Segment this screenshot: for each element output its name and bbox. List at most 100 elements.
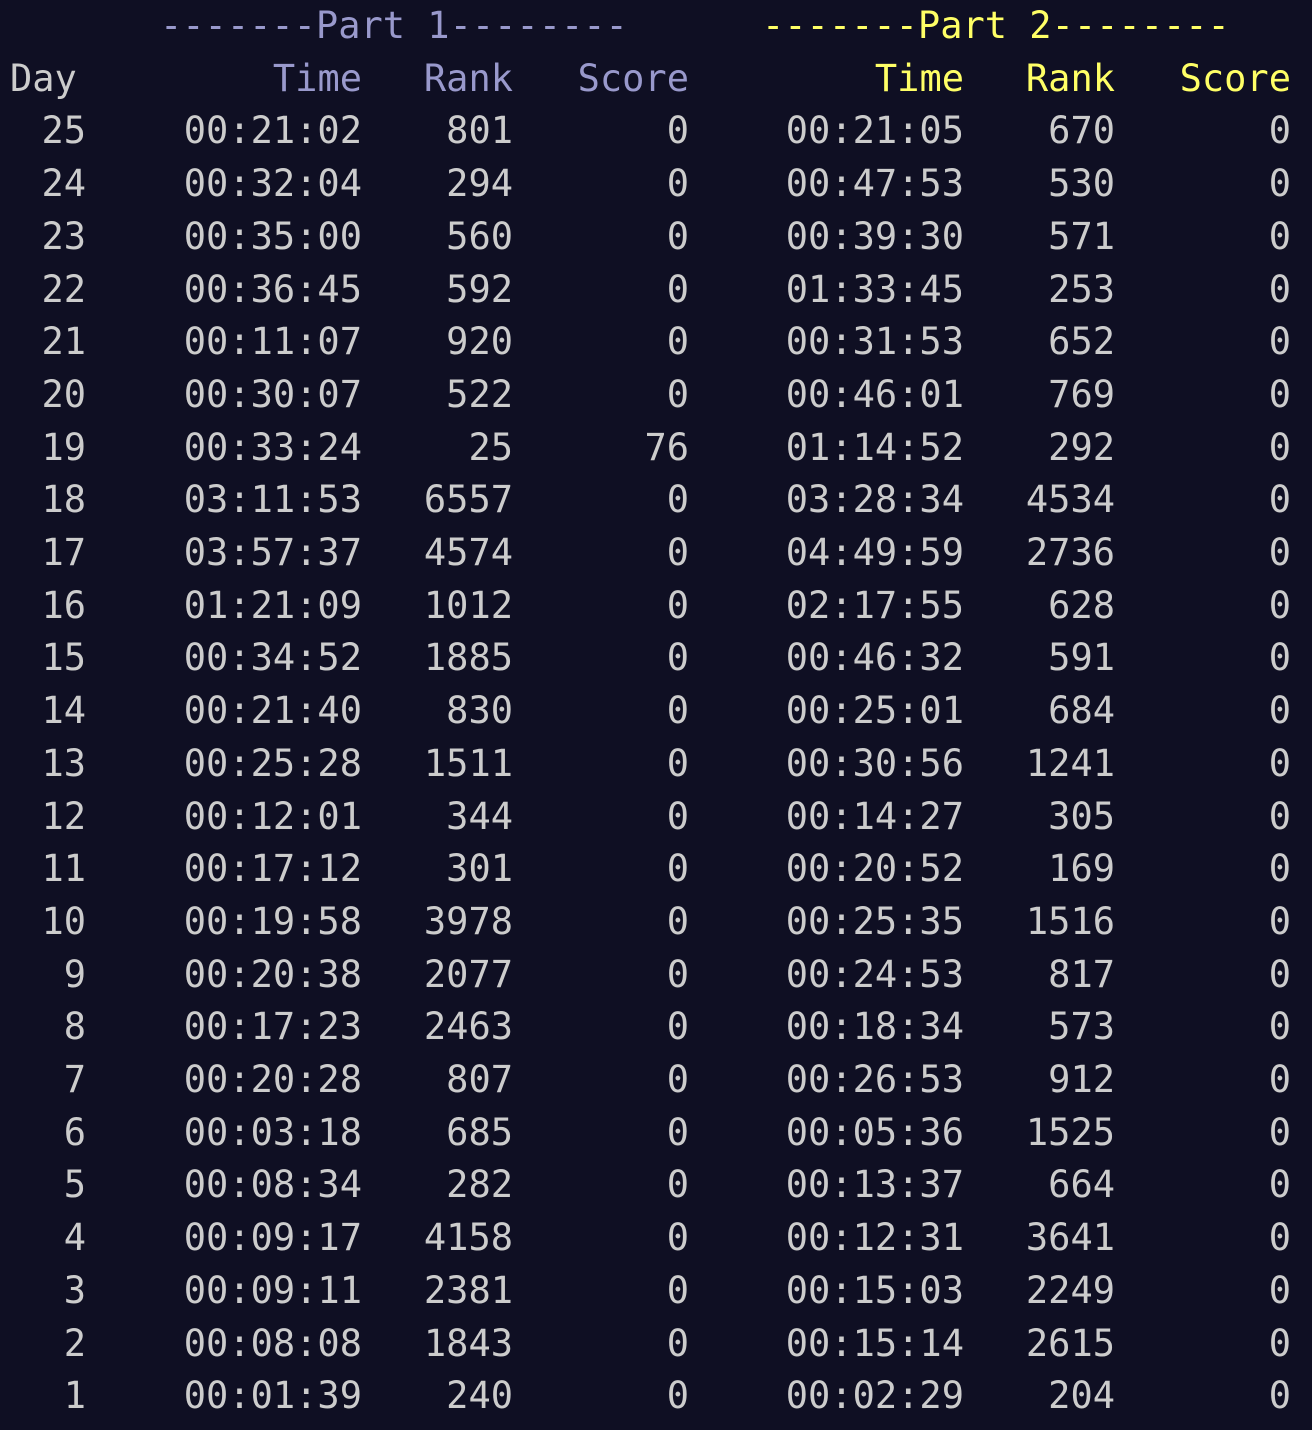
part1-score-cell: 0	[666, 531, 689, 574]
table-row: 23 00:35:00 560 0 00:39:30 571 0	[0, 211, 1312, 264]
part1-time-cell: 01:21:09	[183, 583, 362, 627]
part1-score-cell: 0	[666, 952, 689, 996]
part1-rank-cell: 240	[446, 1374, 513, 1418]
day-cell: 5	[63, 1163, 86, 1207]
table-row: 15 00:34:52 1885 0 00:46:32 591 0	[0, 632, 1312, 685]
part2-time-cell: 00:39:30	[785, 214, 964, 258]
day-cell: 19	[41, 425, 86, 469]
table-row: 8 00:17:23 2463 0 00:18:34 573 0	[0, 1001, 1312, 1054]
part2-rank-cell: 591	[1048, 636, 1115, 680]
part1-score-cell: 0	[666, 1268, 689, 1312]
table-row: 22 00:36:45 592 0 01:33:45 253 0	[0, 264, 1312, 317]
part1-time-cell: 03:11:53	[183, 478, 362, 522]
part1-score-cell: 0	[666, 372, 689, 416]
part2-rank-cell: 253	[1048, 267, 1115, 311]
part2-rank-cell: 912	[1048, 1058, 1115, 1101]
part2-score-cell: 0	[1268, 1163, 1291, 1207]
part2-score-cell: 0	[1268, 952, 1291, 996]
part2-rank-cell: 817	[1048, 952, 1115, 996]
part2-rank-cell: 628	[1048, 583, 1115, 627]
part2-time-cell: 00:46:32	[785, 636, 964, 680]
part1-header: -------Part 1--------	[160, 4, 628, 47]
part1-rank-header: Rank	[423, 56, 513, 100]
part2-rank-cell: 652	[1048, 320, 1115, 364]
part2-rank-cell: 670	[1048, 109, 1115, 153]
part1-score-cell: 0	[666, 1058, 689, 1101]
part1-rank-cell: 1511	[423, 741, 513, 785]
part1-rank-cell: 801	[446, 109, 513, 153]
part2-time-cell: 00:21:05	[785, 109, 964, 153]
part2-rank-cell: 1241	[1025, 741, 1115, 785]
part1-rank-cell: 1012	[423, 583, 513, 627]
part2-score-cell: 0	[1268, 1005, 1291, 1049]
part2-score-cell: 0	[1268, 1268, 1291, 1312]
part1-rank-cell: 2381	[423, 1268, 513, 1312]
day-cell: 9	[63, 952, 86, 996]
part2-score-cell: 0	[1268, 1216, 1291, 1260]
day-cell: 22	[41, 267, 86, 311]
part1-rank-cell: 294	[446, 162, 513, 206]
part1-rank-cell: 344	[446, 794, 513, 838]
part1-score-cell: 0	[666, 1321, 689, 1365]
part2-time-cell: 00:47:53	[785, 162, 964, 206]
day-cell: 25	[41, 109, 86, 153]
part1-score-cell: 0	[666, 109, 689, 153]
part2-rank-cell: 664	[1048, 1163, 1115, 1207]
part2-rank-cell: 769	[1048, 372, 1115, 416]
part1-rank-cell: 685	[446, 1110, 513, 1154]
part1-time-cell: 00:09:17	[183, 1216, 362, 1260]
part2-time-cell: 00:24:53	[785, 952, 964, 996]
part1-score-cell: 0	[666, 847, 689, 891]
part2-score-cell: 0	[1268, 1321, 1291, 1365]
day-cell: 14	[41, 689, 86, 733]
part2-header: -------Part 2--------	[762, 4, 1230, 47]
part2-time-cell: 00:20:52	[785, 847, 964, 891]
part1-score-cell: 0	[666, 1110, 689, 1154]
part2-score-header: Score	[1179, 56, 1291, 100]
part1-time-cell: 00:34:52	[183, 636, 362, 680]
table-row: 9 00:20:38 2077 0 00:24:53 817 0	[0, 949, 1312, 1002]
day-column-header: Day	[10, 56, 77, 100]
part1-rank-cell: 920	[446, 320, 513, 364]
table-row: 12 00:12:01 344 0 00:14:27 305 0	[0, 791, 1312, 844]
table-row: 7 00:20:28 807 0 00:26:53 912 0	[0, 1054, 1312, 1107]
part1-time-cell: 00:36:45	[183, 267, 362, 311]
part2-score-cell: 0	[1268, 267, 1291, 311]
part2-score-cell: 0	[1268, 847, 1291, 891]
part1-time-cell: 00:20:38	[183, 952, 362, 996]
part2-score-cell: 0	[1268, 794, 1291, 838]
part2-score-cell: 0	[1268, 689, 1291, 733]
part2-time-cell: 00:15:03	[785, 1268, 964, 1312]
table-row: 14 00:21:40 830 0 00:25:01 684 0	[0, 685, 1312, 738]
part1-time-cell: 00:33:24	[183, 425, 362, 469]
part2-rank-cell: 530	[1048, 162, 1115, 206]
part1-score-header: Score	[577, 56, 689, 100]
table-row: 1 00:01:39 240 0 00:02:29 204 0	[0, 1370, 1312, 1423]
day-cell: 16	[41, 583, 86, 627]
part2-rank-cell: 684	[1048, 689, 1115, 733]
part1-rank-cell: 6557	[423, 478, 513, 522]
part1-rank-cell: 3978	[423, 899, 513, 943]
part2-score-cell: 0	[1268, 320, 1291, 364]
part2-time-cell: 00:13:37	[785, 1163, 964, 1207]
day-cell: 1	[63, 1374, 86, 1418]
table-row: 13 00:25:28 1511 0 00:30:56 1241 0	[0, 738, 1312, 791]
part2-score-cell: 0	[1268, 425, 1291, 469]
day-cell: 15	[41, 636, 86, 680]
part1-time-cell: 00:17:12	[183, 847, 362, 891]
part2-rank-cell: 204	[1048, 1374, 1115, 1418]
day-cell: 11	[41, 847, 86, 891]
leaderboard-stats-screen: -------Part 1-------- -------Part 2-----…	[0, 0, 1312, 1430]
table-row: 11 00:17:12 301 0 00:20:52 169 0	[0, 843, 1312, 896]
table-row: 19 00:33:24 25 76 01:14:52 292 0	[0, 422, 1312, 475]
part2-rank-cell: 2615	[1025, 1321, 1115, 1365]
part1-time-cell: 00:03:18	[183, 1110, 362, 1154]
part2-rank-cell: 292	[1048, 425, 1115, 469]
part1-rank-cell: 807	[446, 1058, 513, 1101]
part2-score-cell: 0	[1268, 531, 1291, 574]
day-cell: 12	[41, 794, 86, 838]
day-cell: 18	[41, 478, 86, 522]
part1-score-cell: 0	[666, 320, 689, 364]
part1-rank-cell: 282	[446, 1163, 513, 1207]
part2-time-cell: 01:14:52	[785, 425, 964, 469]
